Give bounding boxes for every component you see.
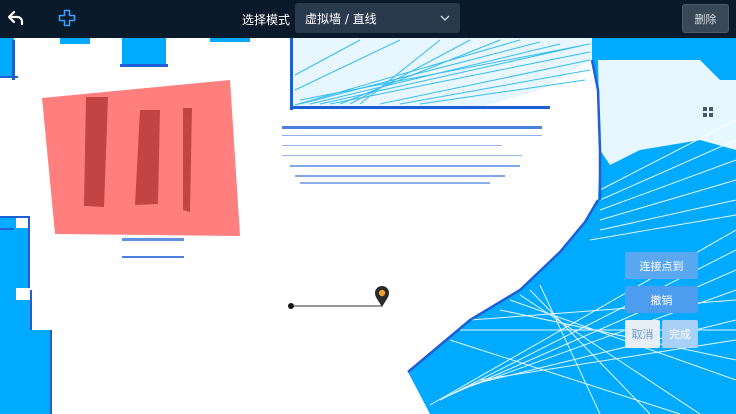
mode-select-value: 虚拟墙 / 直线: [305, 11, 377, 26]
forbidden-zone[interactable]: [42, 80, 240, 236]
cancel-button[interactable]: 取消: [625, 320, 660, 348]
mode-label: 选择模式: [242, 13, 291, 27]
top-toolbar: 选择模式 虚拟墙 / 直线 删除: [0, 0, 736, 38]
chevron-down-icon: [440, 15, 450, 21]
undo-button[interactable]: 撤销: [625, 286, 698, 313]
virtual-wall-start-point[interactable]: [288, 303, 294, 309]
delete-button[interactable]: 删除: [682, 4, 729, 33]
obstacle-1: [84, 97, 108, 207]
connect-points-button[interactable]: 连接点到: [625, 252, 698, 279]
move-button[interactable]: [53, 5, 81, 31]
back-arrow-icon: [7, 10, 24, 26]
mode-select[interactable]: 虚拟墙 / 直线: [295, 3, 460, 33]
back-button[interactable]: [2, 5, 30, 31]
done-button[interactable]: 完成: [662, 320, 698, 348]
map-canvas[interactable]: [0, 38, 736, 414]
grid-icon: [703, 107, 713, 117]
grid-button[interactable]: [700, 104, 716, 120]
move-cross-icon: [58, 9, 76, 27]
